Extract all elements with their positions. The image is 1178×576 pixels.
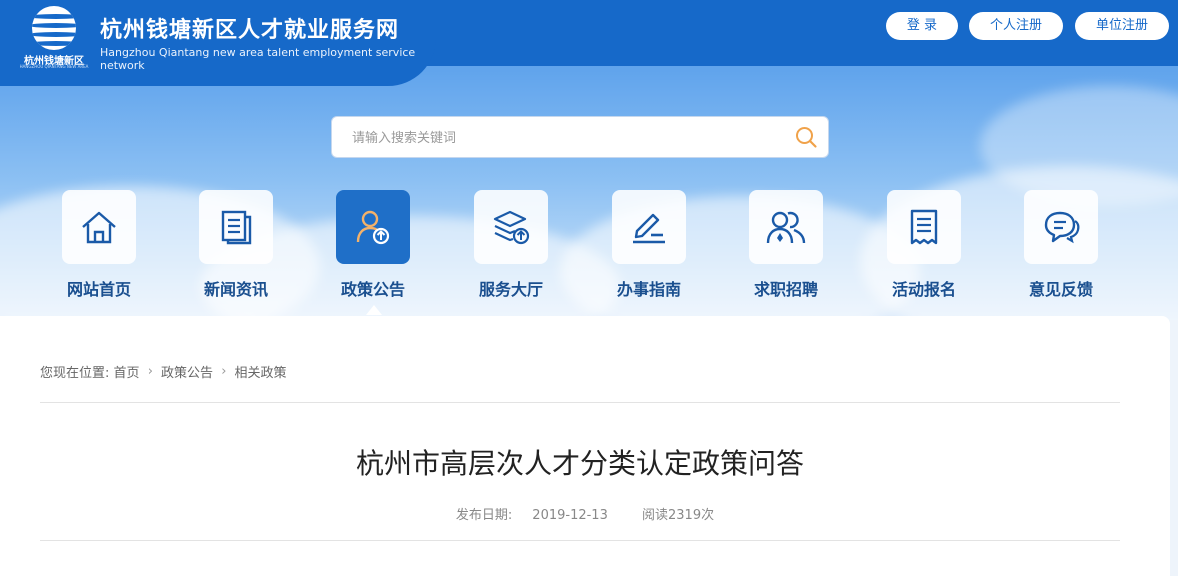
nav-label: 办事指南	[616, 280, 681, 299]
search-box	[331, 116, 829, 158]
chat-icon	[1044, 211, 1080, 244]
active-nav-caret	[366, 305, 382, 315]
breadcrumb-link-home[interactable]: 首页	[114, 366, 140, 381]
publish-date: 2019-12-13	[532, 508, 608, 523]
nav-item-news[interactable]: 新闻资讯	[199, 190, 275, 300]
nav-label: 政策公告	[340, 280, 405, 299]
search-input[interactable]	[350, 127, 774, 149]
article-meta: 发布日期: 2019-12-13 阅读2319次	[0, 504, 1160, 523]
divider	[40, 540, 1120, 541]
company-register-button[interactable]: 单位注册	[1075, 12, 1169, 40]
nav-label: 活动报名	[891, 280, 956, 299]
breadcrumb: 您现在位置: 首页 › 政策公告 › 相关政策	[40, 362, 287, 381]
nav-item-feedback[interactable]: 意见反馈	[1024, 190, 1100, 300]
nav-item-home[interactable]: 网站首页	[62, 190, 138, 300]
nav-item-policy[interactable]: 政策公告	[336, 190, 412, 300]
personal-register-button[interactable]: 个人注册	[969, 12, 1063, 40]
article-title: 杭州市高层次人才分类认定政策问答	[355, 447, 804, 480]
logo-emblem-icon	[32, 6, 76, 50]
nav-item-events[interactable]: 活动报名	[887, 190, 963, 300]
news-icon	[221, 210, 252, 245]
breadcrumb-link-related[interactable]: 相关政策	[235, 366, 287, 381]
content-card: 您现在位置: 首页 › 政策公告 › 相关政策 杭州市高层次人才分类认定政策问答…	[0, 316, 1170, 576]
site-subtitle: Hangzhou Qiantang new area talent employ…	[100, 46, 416, 72]
nav-label: 新闻资讯	[203, 280, 268, 299]
nav-label: 意见反馈	[1028, 280, 1093, 299]
policy-icon	[356, 210, 390, 245]
divider	[40, 402, 1120, 403]
nav-item-guide[interactable]: 办事指南	[612, 190, 688, 300]
site-logo[interactable]: 杭州钱塘新区 HANGZHOU QIANTANG NEW AREA	[18, 6, 90, 69]
breadcrumb-link-policy[interactable]: 政策公告	[161, 366, 213, 381]
nav-label: 求职招聘	[753, 280, 818, 299]
publish-label: 发布日期:	[455, 508, 513, 523]
nav-item-service-hall[interactable]: 服务大厅	[474, 190, 550, 300]
login-button[interactable]: 登 录	[886, 12, 958, 40]
home-icon	[82, 211, 116, 244]
logo-subtext: HANGZHOU QIANTANG NEW AREA	[19, 64, 89, 69]
breadcrumb-prefix: 您现在位置:	[40, 366, 110, 381]
users-icon	[766, 211, 806, 244]
pen-icon	[633, 213, 665, 244]
read-count: 阅读2319次	[642, 508, 715, 523]
nav-label: 网站首页	[66, 280, 131, 299]
brand-area: 杭州钱塘新区 HANGZHOU QIANTANG NEW AREA 杭州钱塘新区…	[0, 0, 436, 86]
search-icon[interactable]	[794, 125, 818, 149]
chevron-right-icon: ›	[147, 364, 153, 379]
nav-label: 服务大厅	[478, 280, 543, 299]
layers-upload-icon	[493, 210, 530, 245]
site-title: 杭州钱塘新区人才就业服务网	[100, 18, 400, 43]
chevron-right-icon: ›	[221, 364, 227, 379]
nav-item-jobs[interactable]: 求职招聘	[749, 190, 825, 300]
hero-banner	[0, 66, 1178, 320]
document-icon	[910, 209, 938, 245]
